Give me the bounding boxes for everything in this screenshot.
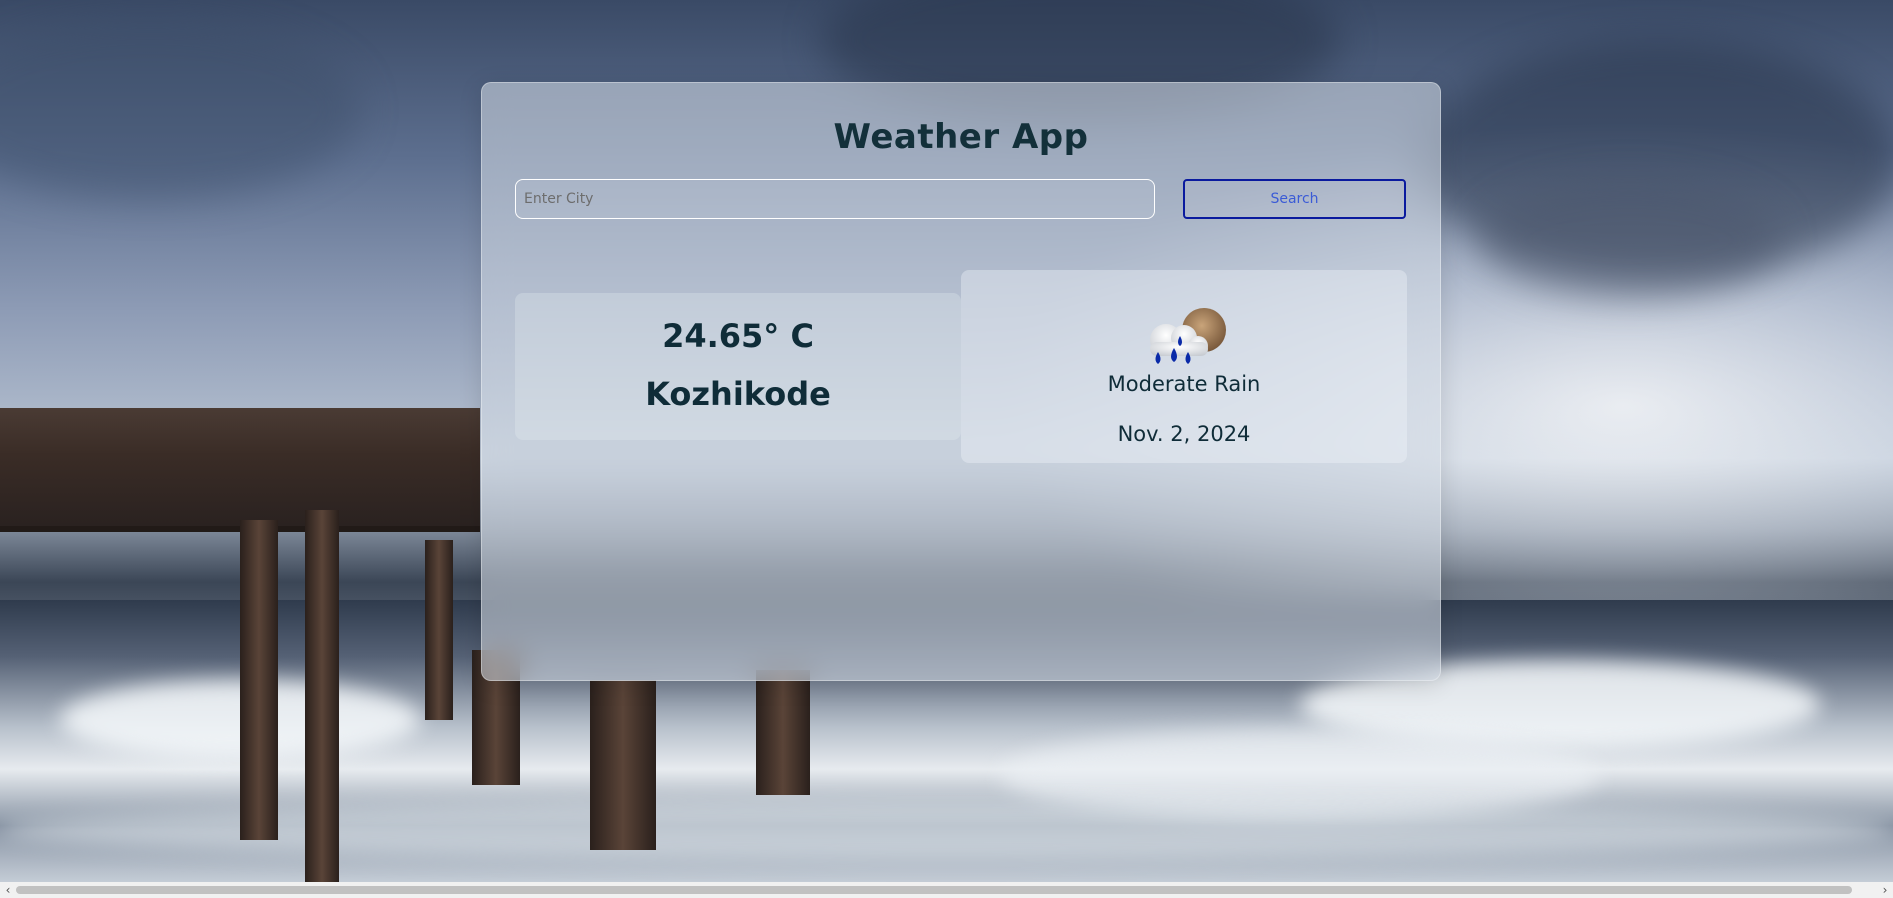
pier-pillar (240, 520, 278, 840)
temperature-value: 24.65° C (662, 317, 814, 355)
pier-pillar (305, 510, 339, 882)
cloud (1480, 180, 1780, 300)
weather-card: Weather App Search 24.65° C Kozhikode (481, 82, 1441, 681)
scrollbar-thumb[interactable] (16, 886, 1852, 894)
wave-foam (0, 800, 1893, 860)
temperature-panel: 24.65° C Kozhikode (515, 293, 961, 440)
scroll-left-icon[interactable]: ‹ (0, 882, 16, 898)
pier-pillar (590, 680, 656, 850)
pier-deck (0, 408, 480, 532)
search-button[interactable]: Search (1183, 179, 1406, 219)
condition-panel: Moderate Rain Nov. 2, 2024 (961, 270, 1407, 463)
city-search-input[interactable] (515, 179, 1155, 219)
weather-condition: Moderate Rain (1107, 372, 1261, 396)
app-title: Weather App (833, 117, 1089, 157)
pier-pillar (756, 670, 810, 795)
cloud (0, 20, 360, 200)
scroll-right-icon[interactable]: › (1877, 882, 1893, 898)
weather-date: Nov. 2, 2024 (1117, 422, 1251, 446)
moderate-rain-icon (1150, 308, 1226, 364)
city-name: Kozhikode (645, 375, 831, 413)
pier-pillar (425, 540, 453, 720)
horizontal-scrollbar[interactable]: ‹ › (0, 882, 1893, 898)
